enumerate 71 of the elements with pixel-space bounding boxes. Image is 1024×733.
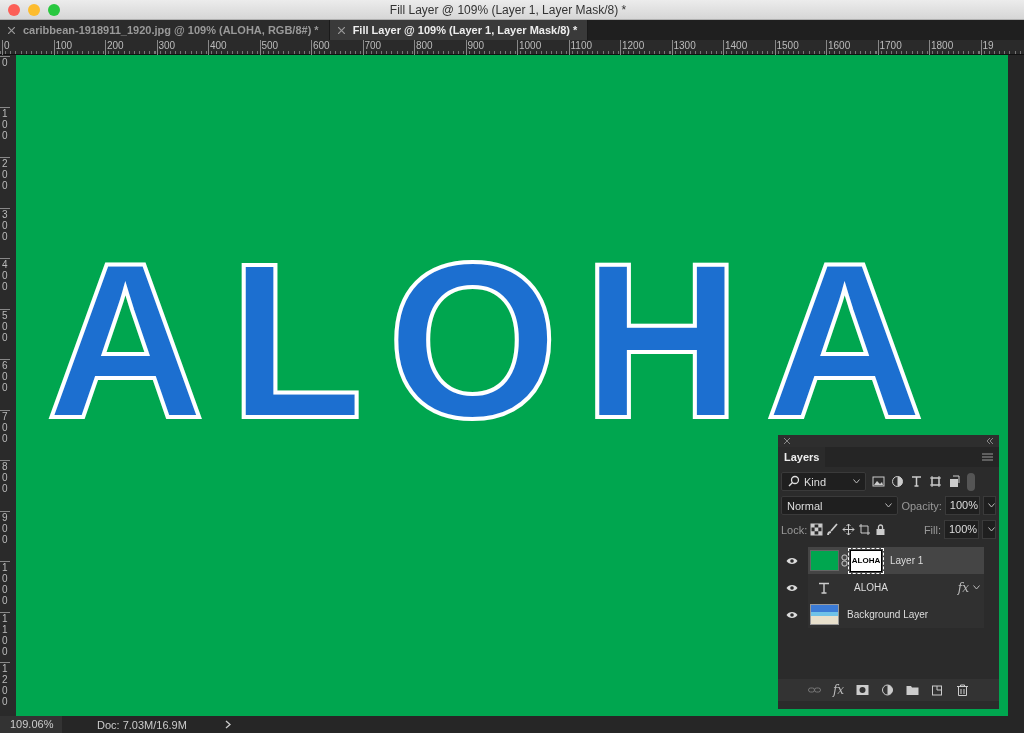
type-icon[interactable] — [910, 475, 923, 488]
search-icon — [787, 475, 800, 488]
type-icon — [818, 581, 830, 594]
image-icon[interactable] — [872, 475, 885, 488]
folder-icon[interactable] — [906, 684, 920, 696]
fill-thumbnail — [810, 550, 839, 571]
layer-row[interactable]: ALOHA Layer 1 — [778, 547, 984, 574]
close-icon[interactable] — [784, 438, 790, 444]
crop-icon[interactable] — [858, 523, 872, 536]
caret-icon — [885, 503, 893, 508]
move-icon[interactable] — [842, 523, 856, 536]
smart-object-icon[interactable] — [948, 475, 961, 488]
lock-label: Lock: — [781, 523, 808, 536]
caret-icon — [988, 503, 995, 508]
menu-icon[interactable] — [982, 453, 993, 461]
filter-toggle[interactable] — [967, 472, 975, 491]
collapse-icon[interactable] — [987, 438, 993, 444]
filter-dropdown[interactable]: Kind — [781, 472, 866, 491]
close-icon[interactable] — [8, 26, 15, 34]
fill-label: Fill: — [923, 523, 941, 536]
caret-icon — [988, 527, 995, 532]
eye-icon[interactable] — [786, 556, 798, 565]
blend-mode-dropdown[interactable]: Normal — [781, 496, 899, 515]
ruler-label: 800 — [0, 460, 10, 511]
ruler-label: 600 — [0, 359, 10, 410]
new-layer-icon[interactable] — [931, 684, 945, 696]
ruler-label: 200 — [0, 157, 10, 208]
half-circle-icon[interactable] — [891, 475, 904, 488]
layer-row[interactable]: ALOHA fx — [778, 574, 984, 601]
mask-icon[interactable] — [856, 684, 870, 696]
eye-icon[interactable] — [786, 583, 798, 592]
ruler-label: 100 — [0, 106, 10, 157]
panel-tab[interactable]: Layers — [778, 447, 826, 467]
fill-dropdown[interactable] — [982, 520, 996, 539]
opacity-dropdown[interactable] — [982, 496, 996, 515]
ruler-label: 900 — [0, 510, 10, 561]
ruler-label: 0 — [0, 56, 10, 107]
ruler-label: 1200 — [0, 662, 10, 713]
ruler-label: 300 — [0, 207, 10, 258]
brush-icon[interactable] — [826, 523, 840, 536]
link-icon[interactable] — [807, 684, 821, 696]
ruler-label: 1100 — [0, 611, 10, 662]
trash-icon[interactable] — [956, 684, 970, 696]
lock-icon[interactable] — [874, 523, 888, 536]
artwork-text: ALOHA — [45, 253, 949, 429]
mask-thumbnail[interactable]: ALOHA — [850, 549, 882, 572]
photo-thumbnail — [810, 604, 839, 625]
ruler-label: 400 — [0, 258, 10, 309]
chevron-icon[interactable] — [225, 720, 231, 729]
caret-icon — [853, 479, 860, 484]
doc-size: Doc: 7.03M/16.9M — [97, 718, 188, 731]
ruler-label: 500 — [0, 308, 10, 359]
effects-button[interactable]: fx — [832, 683, 845, 697]
close-icon[interactable] — [337, 26, 345, 34]
layer-row[interactable]: Background Layer — [778, 601, 984, 628]
chain-icon[interactable] — [841, 554, 848, 567]
transform-icon[interactable] — [929, 475, 942, 488]
document-tab[interactable]: Fill Layer @ 109% (Layer 1, Layer Mask/8) * — [329, 20, 589, 40]
caret-icon[interactable] — [973, 585, 980, 590]
effects-label: fx — [957, 580, 969, 595]
ruler-label: 1000 — [0, 561, 10, 612]
ruler-label: 700 — [0, 409, 10, 460]
window-title: Fill Layer @ 109% (Layer 1, Layer Mask/8) * — [388, 2, 628, 17]
opacity-field[interactable]: 100% — [944, 496, 980, 515]
checker-icon[interactable] — [810, 523, 824, 536]
document-tab[interactable]: caribbean-1918911_1920.jpg @ 109% (ALOHA, RGB/8#) * — [0, 20, 330, 40]
zoom-field[interactable]: 109.06% — [0, 716, 62, 733]
eye-icon[interactable] — [786, 610, 798, 619]
opacity-label: Opacity: — [901, 499, 942, 512]
fill-field[interactable]: 100% — [944, 520, 979, 539]
half-circle-icon[interactable] — [881, 684, 895, 696]
